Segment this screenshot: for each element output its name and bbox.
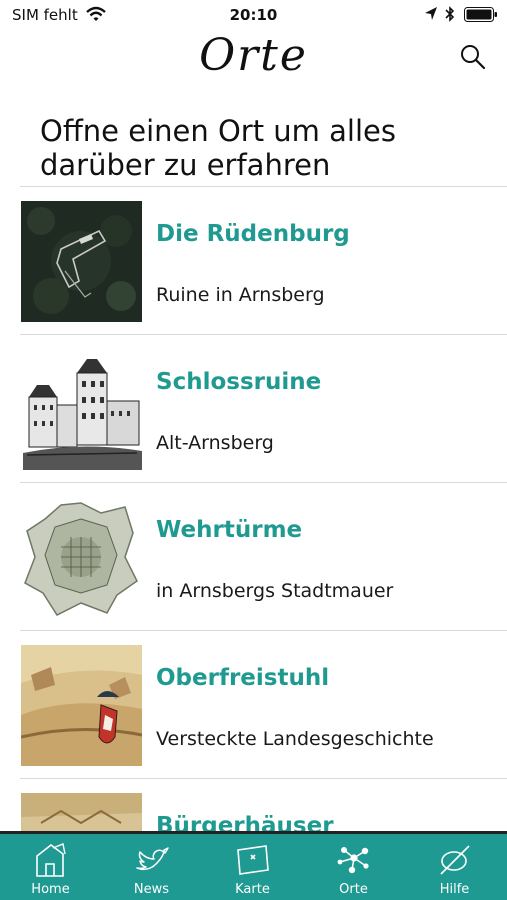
places-list: Die Rüdenburg Ruine in Arnsberg Schlossr…	[20, 186, 507, 900]
page-title: Orte	[199, 30, 308, 81]
list-item-wehrtuerme[interactable]: Wehrtürme in Arnsbergs Stadtmauer	[20, 482, 507, 630]
network-icon	[337, 847, 369, 874]
place-title: Wehrtürme	[156, 517, 303, 543]
list-item-schlossruine[interactable]: Schlossruine Alt-Arnsberg	[20, 334, 507, 482]
house-icon	[36, 843, 66, 877]
nav-header: Orte	[0, 30, 507, 96]
battery-icon	[464, 7, 497, 22]
city-map-drawing-image	[21, 497, 142, 618]
tab-bar: Home News Karte Orte Hilfe	[0, 834, 507, 900]
tab-orte[interactable]: Orte	[303, 834, 404, 900]
tab-hilfe[interactable]: Hilfe	[404, 834, 505, 900]
bluetooth-icon	[445, 6, 455, 22]
ruedenburg-aerial-image	[21, 201, 142, 322]
help-icon	[440, 845, 470, 875]
search-icon[interactable]	[458, 42, 488, 72]
place-subtitle: Ruine in Arnsberg	[156, 284, 325, 306]
tab-home[interactable]: Home	[0, 834, 101, 900]
castle-drawing-image	[21, 349, 142, 470]
tab-karte[interactable]: Karte	[202, 834, 303, 900]
list-item-oberfreistuhl[interactable]: Oberfreistuhl Versteckte Landesgeschicht…	[20, 630, 507, 778]
location-arrow-icon	[425, 7, 437, 20]
place-title: Die Rüdenburg	[156, 221, 350, 247]
tab-label: Karte	[235, 882, 270, 897]
place-subtitle: Alt-Arnsberg	[156, 432, 274, 454]
place-subtitle: in Arnsbergs Stadtmauer	[156, 580, 394, 602]
status-bar: SIM fehlt 20:10	[0, 0, 507, 30]
historic-painting-image	[21, 645, 142, 766]
map-icon	[237, 845, 269, 875]
tab-news[interactable]: News	[101, 834, 202, 900]
place-title: Oberfreistuhl	[156, 665, 330, 691]
tab-label: News	[133, 882, 170, 897]
list-item-ruedenburg[interactable]: Die Rüdenburg Ruine in Arnsberg	[20, 186, 507, 334]
tab-label: Hilfe	[439, 882, 470, 897]
place-subtitle: Versteckte Landesgeschichte	[156, 728, 434, 750]
intro-text: Offne einen Ort um alles darüber zu erfa…	[40, 114, 396, 182]
place-title: Schlossruine	[156, 369, 322, 395]
tab-label: Orte	[339, 882, 368, 897]
bird-icon	[136, 847, 169, 871]
tab-label: Home	[31, 882, 70, 897]
